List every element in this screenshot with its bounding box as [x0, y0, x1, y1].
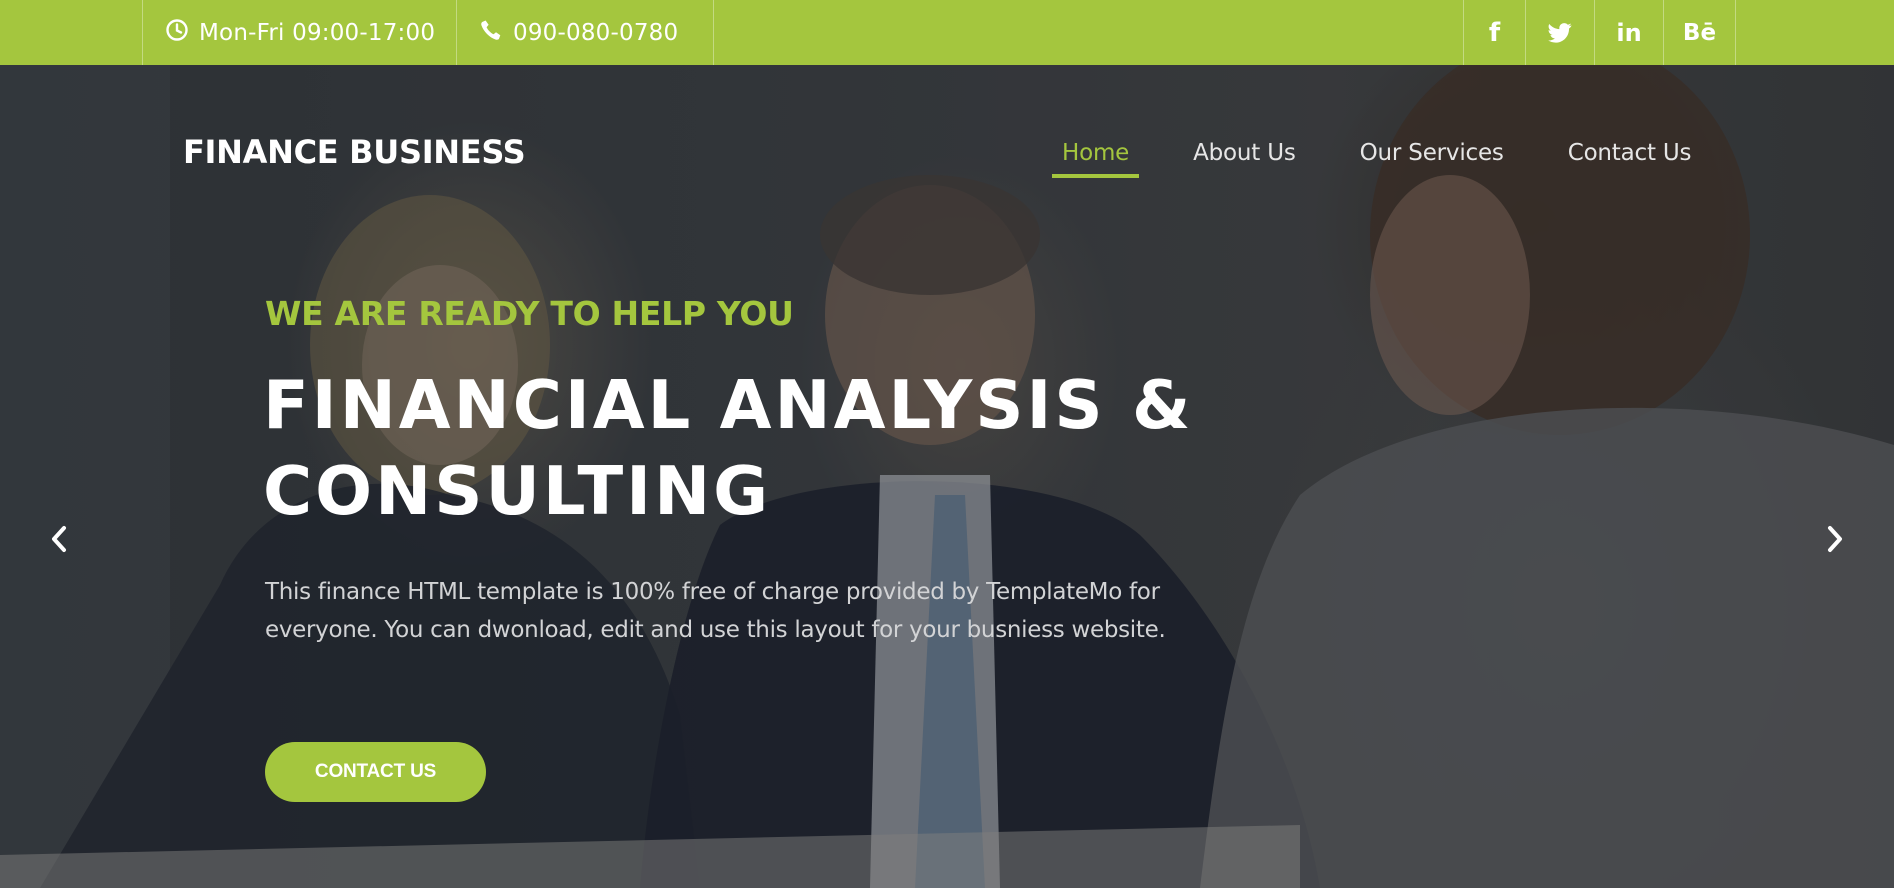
site-logo[interactable]: FINANCE BUSINESS [183, 133, 526, 171]
hero-eyebrow: WE ARE READY TO HELP YOU [265, 294, 794, 333]
nav-our-services[interactable]: Our Services [1350, 140, 1514, 178]
twitter-icon[interactable] [1525, 0, 1594, 65]
nav-home[interactable]: Home [1052, 140, 1140, 178]
top-info-bar: Mon-Fri 09:00-17:00 090-080-0780 f in Bē [0, 0, 1894, 65]
nav-contact-us[interactable]: Contact Us [1558, 140, 1702, 178]
slider-next-button[interactable] [1820, 522, 1850, 556]
chevron-left-icon [52, 526, 66, 552]
behance-icon[interactable]: Bē [1663, 0, 1736, 65]
hero-headline-line2: CONSULTING [263, 452, 772, 530]
hero-headline-line1: FINANCIAL ANALYSIS & [263, 366, 1194, 444]
slider-prev-button[interactable] [44, 522, 74, 556]
clock-icon [165, 18, 199, 48]
linkedin-icon[interactable]: in [1594, 0, 1663, 65]
hero-slider: FINANCE BUSINESS Home About Us Our Servi… [0, 65, 1894, 888]
chevron-right-icon [1828, 526, 1842, 552]
main-nav: Home About Us Our Services Contact Us [1052, 140, 1701, 178]
phone-number-text: 090-080-0780 [513, 19, 679, 46]
business-hours: Mon-Fri 09:00-17:00 [142, 0, 456, 65]
facebook-icon[interactable]: f [1463, 0, 1525, 65]
phone-number[interactable]: 090-080-0780 [456, 0, 714, 65]
phone-icon [479, 18, 513, 48]
social-links: f in Bē [1463, 0, 1736, 65]
business-hours-text: Mon-Fri 09:00-17:00 [199, 19, 436, 46]
contact-us-button[interactable]: CONTACT US [265, 742, 486, 802]
hero-description: This finance HTML template is 100% free … [265, 579, 1166, 643]
nav-about-us[interactable]: About Us [1183, 140, 1306, 178]
hero-headline: FINANCIAL ANALYSIS & CONSULTING [263, 362, 1263, 534]
